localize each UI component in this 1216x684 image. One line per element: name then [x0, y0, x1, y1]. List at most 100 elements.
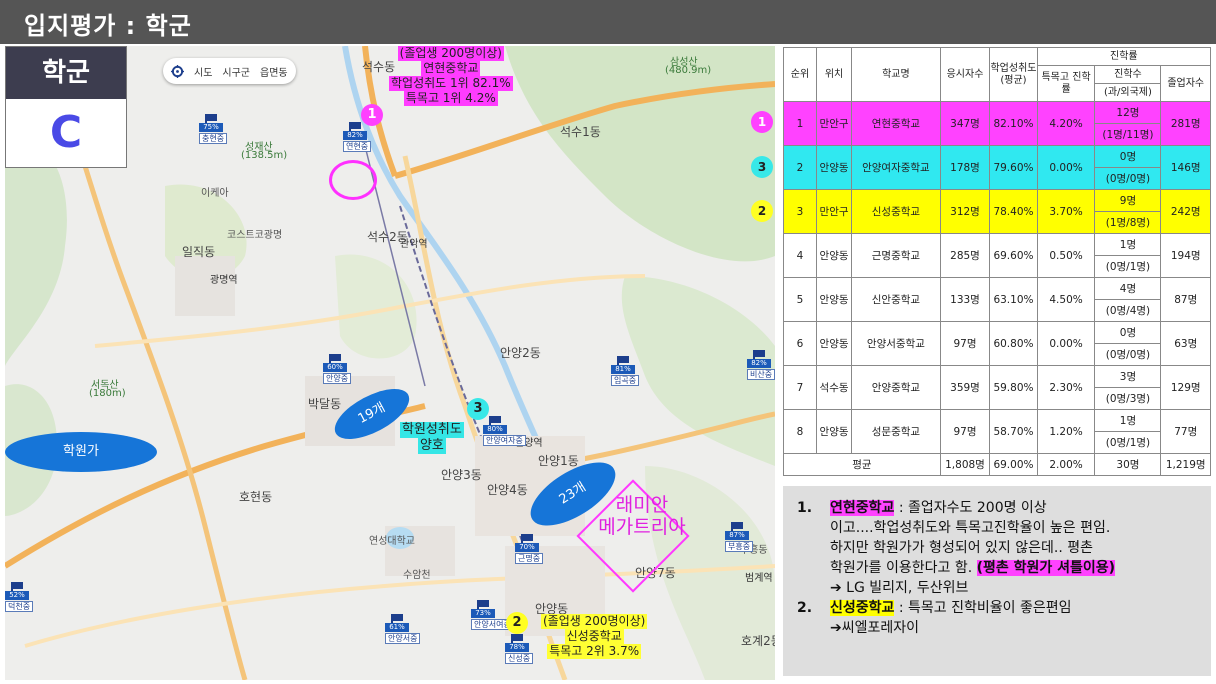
- cell-location: 안양동: [815, 233, 853, 278]
- cell-rank: 7: [783, 365, 817, 410]
- cell-achievement: 78.40%: [989, 189, 1038, 234]
- cell-rank: 6: [783, 321, 817, 366]
- cell-achievement: 69.00%: [989, 453, 1038, 476]
- apartment-line: 래미안: [615, 494, 669, 516]
- cell-special: 2.00%: [1036, 453, 1096, 476]
- col-graduates: 졸업자수: [1160, 65, 1211, 102]
- cell-achievement: 58.70%: [989, 409, 1038, 454]
- cell-location: 만안구: [815, 101, 853, 146]
- cell-rank: 8: [783, 409, 817, 454]
- map-label-seodok-height: (180m): [89, 388, 126, 399]
- school-flag[interactable]: 81% 임곡중: [611, 356, 651, 386]
- map-label-gwangmyeong-station: 광명역: [210, 275, 238, 286]
- school-flag[interactable]: 60% 안양중: [323, 354, 363, 384]
- cell-achievement: 63.10%: [989, 277, 1038, 322]
- cell-count: 30명: [1094, 453, 1162, 476]
- flag-percent: 81%: [611, 365, 635, 374]
- cell-examinees: 133명: [939, 277, 991, 322]
- note-text: 학원가를 이용한다고 함.: [830, 560, 977, 576]
- cell-rank: 2: [783, 145, 817, 190]
- callout-line: 학원성취도: [400, 422, 464, 438]
- cell-achievement: 82.10%: [989, 101, 1038, 146]
- callout-line: 신성중학교: [564, 629, 624, 644]
- flag-percent: 70%: [515, 543, 539, 552]
- school-flag[interactable]: 70% 근명중: [515, 534, 555, 564]
- school-flag[interactable]: 82% 연현중: [343, 122, 383, 152]
- cell-count: 4명: [1094, 277, 1162, 300]
- cell-graduates: 77명: [1160, 409, 1211, 454]
- table-badge-1: 1: [751, 111, 773, 133]
- flag-school-name: 연현중: [343, 141, 372, 152]
- school-flag[interactable]: 87% 부흥중: [725, 522, 765, 552]
- flag-school-name: 신성중: [505, 653, 534, 664]
- note-number: 1.: [797, 500, 813, 516]
- school-ranking-table: 순위 위치 학교명 응시자수 학업성취도(평균) 진학률 특목고 진학률 진학수…: [783, 47, 1212, 476]
- cell-rank: 5: [783, 277, 817, 322]
- col-examinees: 응시자수: [939, 47, 991, 102]
- note-text: 하지만 학원가가 형성되어 있지 않은데.. 평촌: [830, 540, 1093, 556]
- toggle-eupmyeondong[interactable]: 읍면동: [260, 64, 288, 79]
- notes-panel: 1. 연현중학교 : 졸업자수도 200명 이상 이고....학업성취도와 특목고…: [783, 486, 1211, 676]
- map-label-anyang3: 안양3동: [441, 468, 482, 482]
- map-label-beomgye-station: 범계역: [745, 573, 773, 584]
- table-row: 7 석수동 안양중학교 359명 59.80% 2.30% 3명 129명: [783, 365, 1211, 410]
- cell-location: 만안구: [815, 189, 853, 234]
- col-rank: 순위: [783, 47, 817, 102]
- school-flag[interactable]: 82% 비산중: [747, 350, 775, 380]
- school-flag[interactable]: 61% 안양서중: [385, 614, 425, 644]
- rank-badge-2: 2: [506, 612, 528, 634]
- map-label-seongju-height: (138.5m): [241, 150, 288, 161]
- flag-percent: 87%: [725, 531, 749, 540]
- cell-rank: 4: [783, 233, 817, 278]
- map-label-gwanak-station: 관악역: [400, 239, 428, 250]
- cell-achievement: 79.60%: [989, 145, 1038, 190]
- toggle-sido[interactable]: 시도: [194, 64, 212, 79]
- col-achievement: 학업성취도(평균): [989, 47, 1038, 102]
- callout-line: 특목고 1위 4.2%: [403, 91, 498, 106]
- table-row: 2 안양동 안양여자중학교 178명 79.60% 0.00% 0명 146명: [783, 145, 1211, 190]
- academy-zone-ellipse: 학원가: [5, 432, 157, 472]
- flag-school-name: 안양여자중: [483, 435, 526, 446]
- cell-count: 0명: [1094, 321, 1162, 344]
- cell-count: 3명: [1094, 365, 1162, 388]
- cell-examinees: 97명: [939, 409, 991, 454]
- callout-line: (졸업생 200명이상): [397, 46, 504, 61]
- cell-achievement: 60.80%: [989, 321, 1038, 366]
- school-flag[interactable]: 52% 덕천중: [5, 582, 45, 612]
- map-label-ikea: 이케아: [201, 188, 229, 199]
- cell-examinees: 312명: [939, 189, 991, 234]
- map-label-mountain-height: (480.9m): [665, 65, 712, 76]
- table-average-row: 평균 1,808명 69.00% 2.00% 30명 1,219명: [783, 453, 1211, 476]
- header-bar: 입지평가 : 학군: [0, 0, 1216, 44]
- cell-graduates: 242명: [1160, 189, 1211, 234]
- school-flag[interactable]: 73% 안양서여중: [471, 600, 514, 630]
- table-badge-3: 3: [751, 156, 773, 178]
- col-special: 특목고 진학률: [1036, 65, 1096, 102]
- callout-school-1: (졸업생 200명이상) 연현중학교 학업성취도 1위 82.1% 특목고 1위…: [389, 46, 513, 106]
- school-flag[interactable]: 75% 충현중: [199, 114, 239, 144]
- cell-location: 안양동: [815, 409, 853, 454]
- cell-graduates: 87명: [1160, 277, 1211, 322]
- school-flag[interactable]: 80% 안양여자중: [483, 416, 526, 446]
- cell-rank: 1: [783, 101, 817, 146]
- cell-special: 0.00%: [1036, 321, 1096, 366]
- map-view[interactable]: 석수동 석수1동 석수2동 안양2동 안양1동 안양3동 안양4동 안양7동 안…: [5, 46, 775, 680]
- map-label-hohyeon: 호현동: [239, 490, 273, 504]
- flag-school-name: 임곡중: [611, 375, 640, 386]
- cell-count: 1명: [1094, 233, 1162, 256]
- map-level-toggle: 시도 시구군 읍면동: [163, 58, 296, 84]
- toggle-sigungu[interactable]: 시구군: [222, 64, 250, 79]
- school-flag[interactable]: 78% 신성중: [505, 634, 545, 664]
- cell-achievement: 69.60%: [989, 233, 1038, 278]
- map-label-anyang4: 안양4동: [487, 483, 528, 497]
- map-label-seoksu1: 석수1동: [560, 125, 601, 139]
- cell-examinees: 359명: [939, 365, 991, 410]
- cell-special: 2.30%: [1036, 365, 1096, 410]
- note-text: : 특목고 진학비율이 좋은편임: [894, 600, 1072, 616]
- flag-percent: 80%: [483, 425, 507, 434]
- note-line: 학원가를 이용한다고 함. (평촌 학원가 셔틀이용): [797, 558, 1197, 578]
- cell-graduates: 1,219명: [1160, 453, 1211, 476]
- cell-special: 4.20%: [1036, 101, 1096, 146]
- cell-special: 4.50%: [1036, 277, 1096, 322]
- col-count: 진학수: [1094, 65, 1162, 84]
